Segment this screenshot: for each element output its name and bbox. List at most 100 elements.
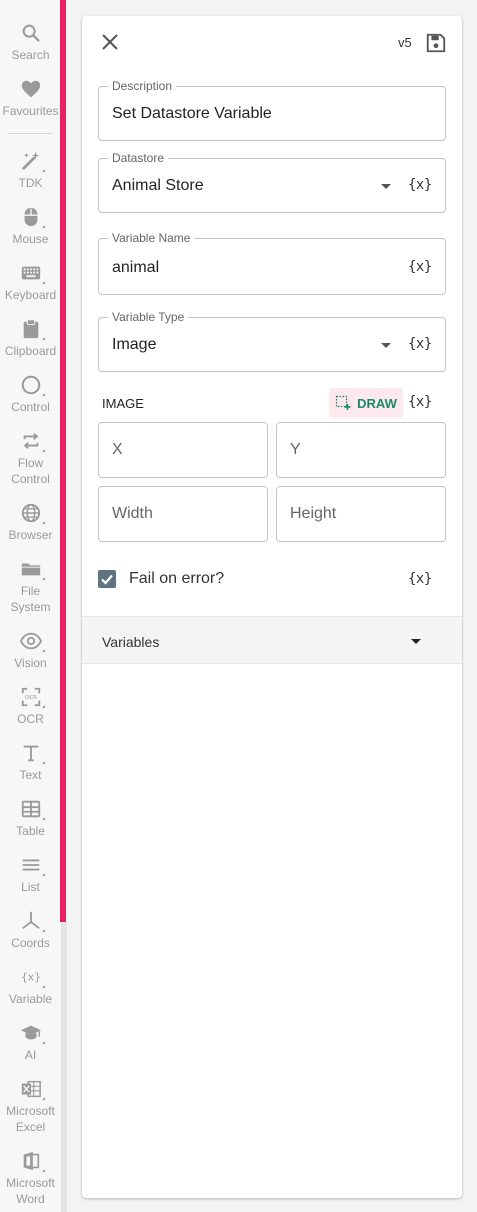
sidebar-item-control[interactable]: Control: [0, 374, 61, 415]
word-icon: [20, 1150, 45, 1172]
folder-icon: [20, 558, 45, 580]
sidebar-item-label: Variable: [8, 992, 53, 1006]
sidebar-item-text[interactable]: Text: [0, 742, 61, 783]
svg-text:{x}: {x}: [21, 971, 41, 984]
sidebar-item-label: List: [21, 880, 40, 894]
variable-toggle-button[interactable]: {x}: [408, 259, 432, 275]
width-placeholder: Width: [112, 505, 153, 522]
variable-toggle-button[interactable]: {x}: [408, 394, 432, 410]
variable-toggle-button[interactable]: {x}: [408, 571, 432, 587]
sidebar-item-microsoft-excel[interactable]: Microsoft Excel: [0, 1078, 61, 1135]
repeat-icon: [20, 430, 45, 452]
sidebar-scrollbar-track[interactable]: [61, 922, 67, 1212]
magic-wand-icon: [20, 150, 45, 172]
sidebar-item-flow-control[interactable]: Flow Control: [0, 430, 61, 487]
variable-toggle-button[interactable]: {x}: [408, 177, 432, 193]
close-button[interactable]: [100, 32, 120, 52]
excel-icon: [20, 1078, 45, 1100]
eye-icon: [19, 630, 45, 652]
sidebar-item-mouse[interactable]: Mouse: [0, 206, 61, 247]
keyboard-icon: [20, 262, 45, 284]
chevron-down-icon[interactable]: [381, 343, 391, 348]
sidebar-item-favourites[interactable]: Favourites: [0, 78, 61, 119]
width-field[interactable]: Width: [98, 486, 268, 542]
sidebar-item-variable[interactable]: {x} Variable: [0, 966, 61, 1007]
sidebar-item-label: TDK: [18, 176, 43, 190]
sidebar-item-browser[interactable]: Browser: [0, 502, 61, 543]
list-icon: [20, 854, 45, 876]
coords-icon: [20, 910, 45, 932]
sidebar-item-microsoft-word[interactable]: Microsoft Word: [0, 1150, 61, 1207]
variable-type-label: Variable Type: [108, 310, 189, 324]
draw-button-label: DRAW: [357, 395, 397, 411]
checkmark-icon: [101, 574, 113, 585]
variables-section-header[interactable]: Variables: [82, 616, 462, 664]
sidebar-item-label: Control: [11, 400, 50, 414]
sidebar-item-keyboard[interactable]: Keyboard: [0, 262, 61, 303]
sidebar-item-vision[interactable]: Vision: [0, 630, 61, 671]
clipboard-icon: [20, 318, 45, 340]
table-icon: [20, 798, 45, 820]
variable-name-value[interactable]: animal: [112, 259, 159, 277]
sidebar-item-label: Mouse: [12, 232, 49, 246]
datastore-label: Datastore: [108, 151, 169, 165]
save-button[interactable]: [425, 32, 447, 54]
datastore-select[interactable]: Datastore Animal Store {x}: [98, 151, 446, 213]
sidebar-item-label: Table: [16, 824, 45, 838]
mouse-icon: [20, 206, 45, 228]
variable-name-field[interactable]: Variable Name animal {x}: [98, 231, 446, 295]
chevron-down-icon[interactable]: [381, 184, 391, 189]
sidebar-item-label: OCR: [17, 712, 44, 726]
variable-icon: {x}: [20, 966, 45, 988]
sidebar-item-list[interactable]: List: [0, 854, 61, 895]
sidebar-item-label: Text: [19, 768, 42, 782]
sidebar-item-label: Coords: [11, 936, 50, 950]
sidebar-item-label: AI: [24, 1048, 37, 1062]
sidebar-item-search[interactable]: Search: [0, 22, 61, 63]
sidebar-item-ai[interactable]: AI: [0, 1022, 61, 1063]
height-placeholder: Height: [290, 505, 337, 522]
graduation-cap-icon: [20, 1022, 45, 1044]
image-section-label: IMAGE: [102, 396, 144, 411]
close-icon: [102, 34, 118, 50]
svg-text:OCR: OCR: [25, 695, 37, 701]
variable-type-select[interactable]: Variable Type Image {x}: [98, 310, 446, 372]
x-field[interactable]: X: [98, 422, 268, 478]
save-icon: [426, 33, 446, 53]
sidebar-item-table[interactable]: Table: [0, 798, 61, 839]
variable-toggle-button[interactable]: {x}: [408, 336, 432, 352]
toolbox-sidebar: Search Favourites TDK Mouse Keyboard Cli…: [0, 0, 61, 1212]
fail-on-error-checkbox[interactable]: [98, 570, 116, 588]
sidebar-item-label: Search: [11, 48, 50, 62]
version-label: v5: [398, 35, 412, 50]
heart-icon: [20, 78, 42, 100]
draw-button[interactable]: DRAW: [329, 388, 403, 418]
sidebar-scrollbar-thumb[interactable]: [60, 0, 66, 922]
search-icon: [20, 22, 42, 44]
description-field[interactable]: Description Set Datastore Variable: [98, 79, 446, 141]
variables-section-title: Variables: [102, 634, 160, 650]
action-properties-panel: v5 Description Set Datastore Variable Da…: [82, 16, 462, 1198]
sidebar-item-label: File System: [10, 584, 51, 614]
sidebar-item-label: Keyboard: [4, 288, 57, 302]
select-region-icon: [336, 395, 351, 410]
circle-icon: [20, 374, 45, 396]
sidebar-item-label: Microsoft Word: [6, 1176, 55, 1206]
description-value[interactable]: Set Datastore Variable: [112, 105, 272, 123]
sidebar-item-coords[interactable]: Coords: [0, 910, 61, 951]
sidebar-item-label: Flow Control: [11, 456, 50, 486]
sidebar-item-clipboard[interactable]: Clipboard: [0, 318, 61, 359]
sidebar-item-label: Favourites: [2, 104, 59, 118]
sidebar-item-file-system[interactable]: File System: [0, 558, 61, 615]
sidebar-item-tdk[interactable]: TDK: [0, 150, 61, 191]
sidebar-item-ocr[interactable]: OCR OCR: [0, 686, 61, 727]
datastore-value: Animal Store: [112, 177, 204, 194]
text-icon: [20, 742, 45, 764]
fail-on-error-label: Fail on error?: [129, 570, 225, 587]
y-placeholder: Y: [290, 441, 301, 458]
y-field[interactable]: Y: [276, 422, 446, 478]
x-placeholder: X: [112, 441, 123, 458]
sidebar-item-label: Microsoft Excel: [6, 1104, 55, 1134]
height-field[interactable]: Height: [276, 486, 446, 542]
sidebar-item-label: Clipboard: [4, 344, 57, 358]
